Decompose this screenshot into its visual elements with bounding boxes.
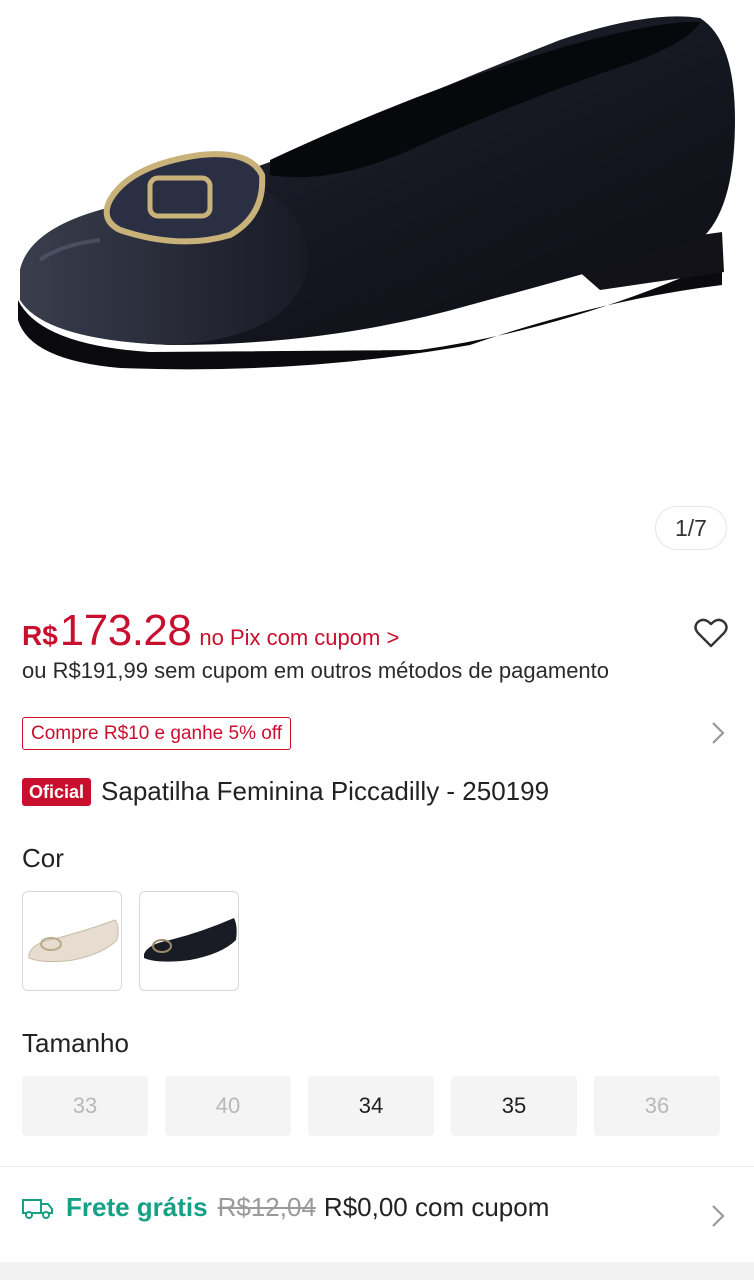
price-row[interactable]: R$ 173.28 no Pix com cupom > bbox=[22, 606, 399, 660]
pix-coupon-link[interactable]: no Pix com cupom > bbox=[199, 625, 399, 651]
size-option[interactable]: 33 bbox=[22, 1076, 148, 1136]
product-title-row: Oficial Sapatilha Feminina Piccadilly - … bbox=[22, 776, 549, 807]
old-shipping-price: R$12,04 bbox=[217, 1192, 316, 1222]
coupon-shipping-price: R$0,00 com cupom bbox=[323, 1192, 550, 1222]
size-label: Tamanho bbox=[22, 1028, 129, 1058]
bottom-bar bbox=[0, 1262, 754, 1280]
image-counter: 1/7 bbox=[655, 506, 727, 550]
chevron-right-icon[interactable] bbox=[710, 720, 726, 746]
color-option-black[interactable] bbox=[139, 891, 239, 991]
product-image[interactable]: 1/7 bbox=[0, 0, 754, 590]
color-option-cream[interactable] bbox=[22, 891, 122, 991]
price-currency: R$ bbox=[22, 620, 58, 651]
free-shipping-label: Frete grátis bbox=[66, 1192, 208, 1222]
promo-badge[interactable]: Compre R$10 e ganhe 5% off bbox=[22, 717, 292, 750]
size-options: 33 40 34 35 36 bbox=[22, 1076, 720, 1136]
price-amount: 173.28 bbox=[59, 606, 192, 655]
truck-icon bbox=[22, 1198, 53, 1219]
cream-shoe-thumbnail bbox=[28, 919, 119, 963]
divider bbox=[0, 1166, 754, 1167]
product-title: Sapatilha Feminina Piccadilly - 250199 bbox=[101, 776, 550, 806]
official-badge: Oficial bbox=[22, 777, 92, 806]
size-option[interactable]: 40 bbox=[165, 1076, 291, 1136]
size-option[interactable]: 35 bbox=[451, 1076, 577, 1136]
black-shoe-thumbnail bbox=[144, 918, 237, 962]
shoe-illustration bbox=[18, 16, 735, 370]
chevron-right-icon[interactable] bbox=[710, 1203, 726, 1229]
alt-price-text: ou R$191,99 sem cupom em outros métodos … bbox=[22, 658, 610, 683]
size-option[interactable]: 36 bbox=[594, 1076, 720, 1136]
color-label: Cor bbox=[22, 843, 64, 873]
size-option[interactable]: 34 bbox=[308, 1076, 434, 1136]
heart-icon[interactable] bbox=[694, 617, 728, 649]
shipping-row[interactable]: Frete grátis R$12,04 R$0,00 com cupom bbox=[22, 1192, 549, 1223]
